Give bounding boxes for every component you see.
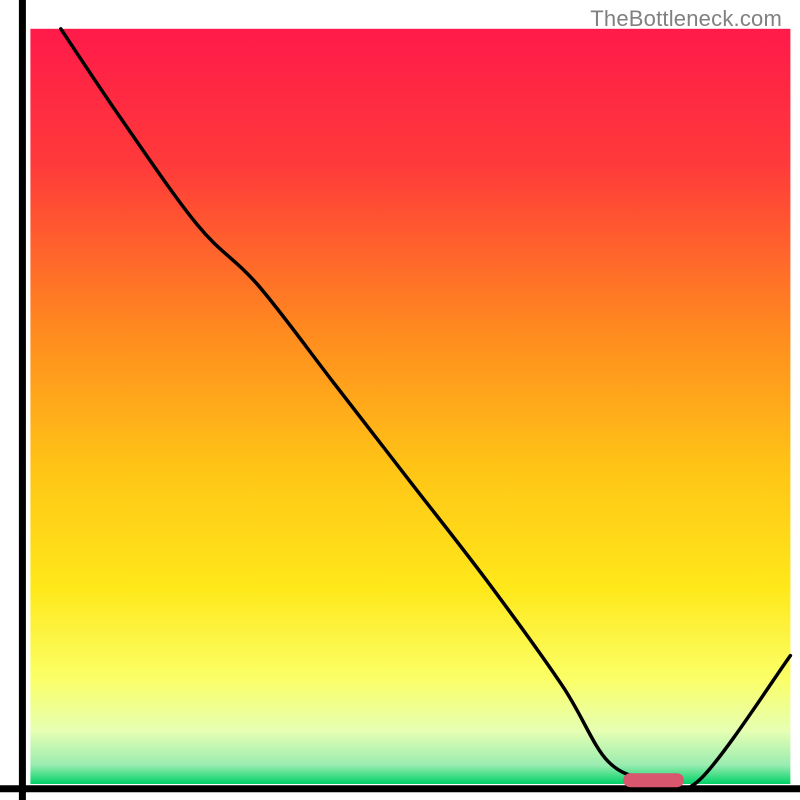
watermark-text: TheBottleneck.com [590, 6, 782, 32]
chart-container: TheBottleneck.com [0, 0, 800, 800]
optimal-range-marker [623, 773, 684, 787]
chart-background-gradient [30, 29, 790, 784]
bottleneck-chart [0, 0, 800, 800]
